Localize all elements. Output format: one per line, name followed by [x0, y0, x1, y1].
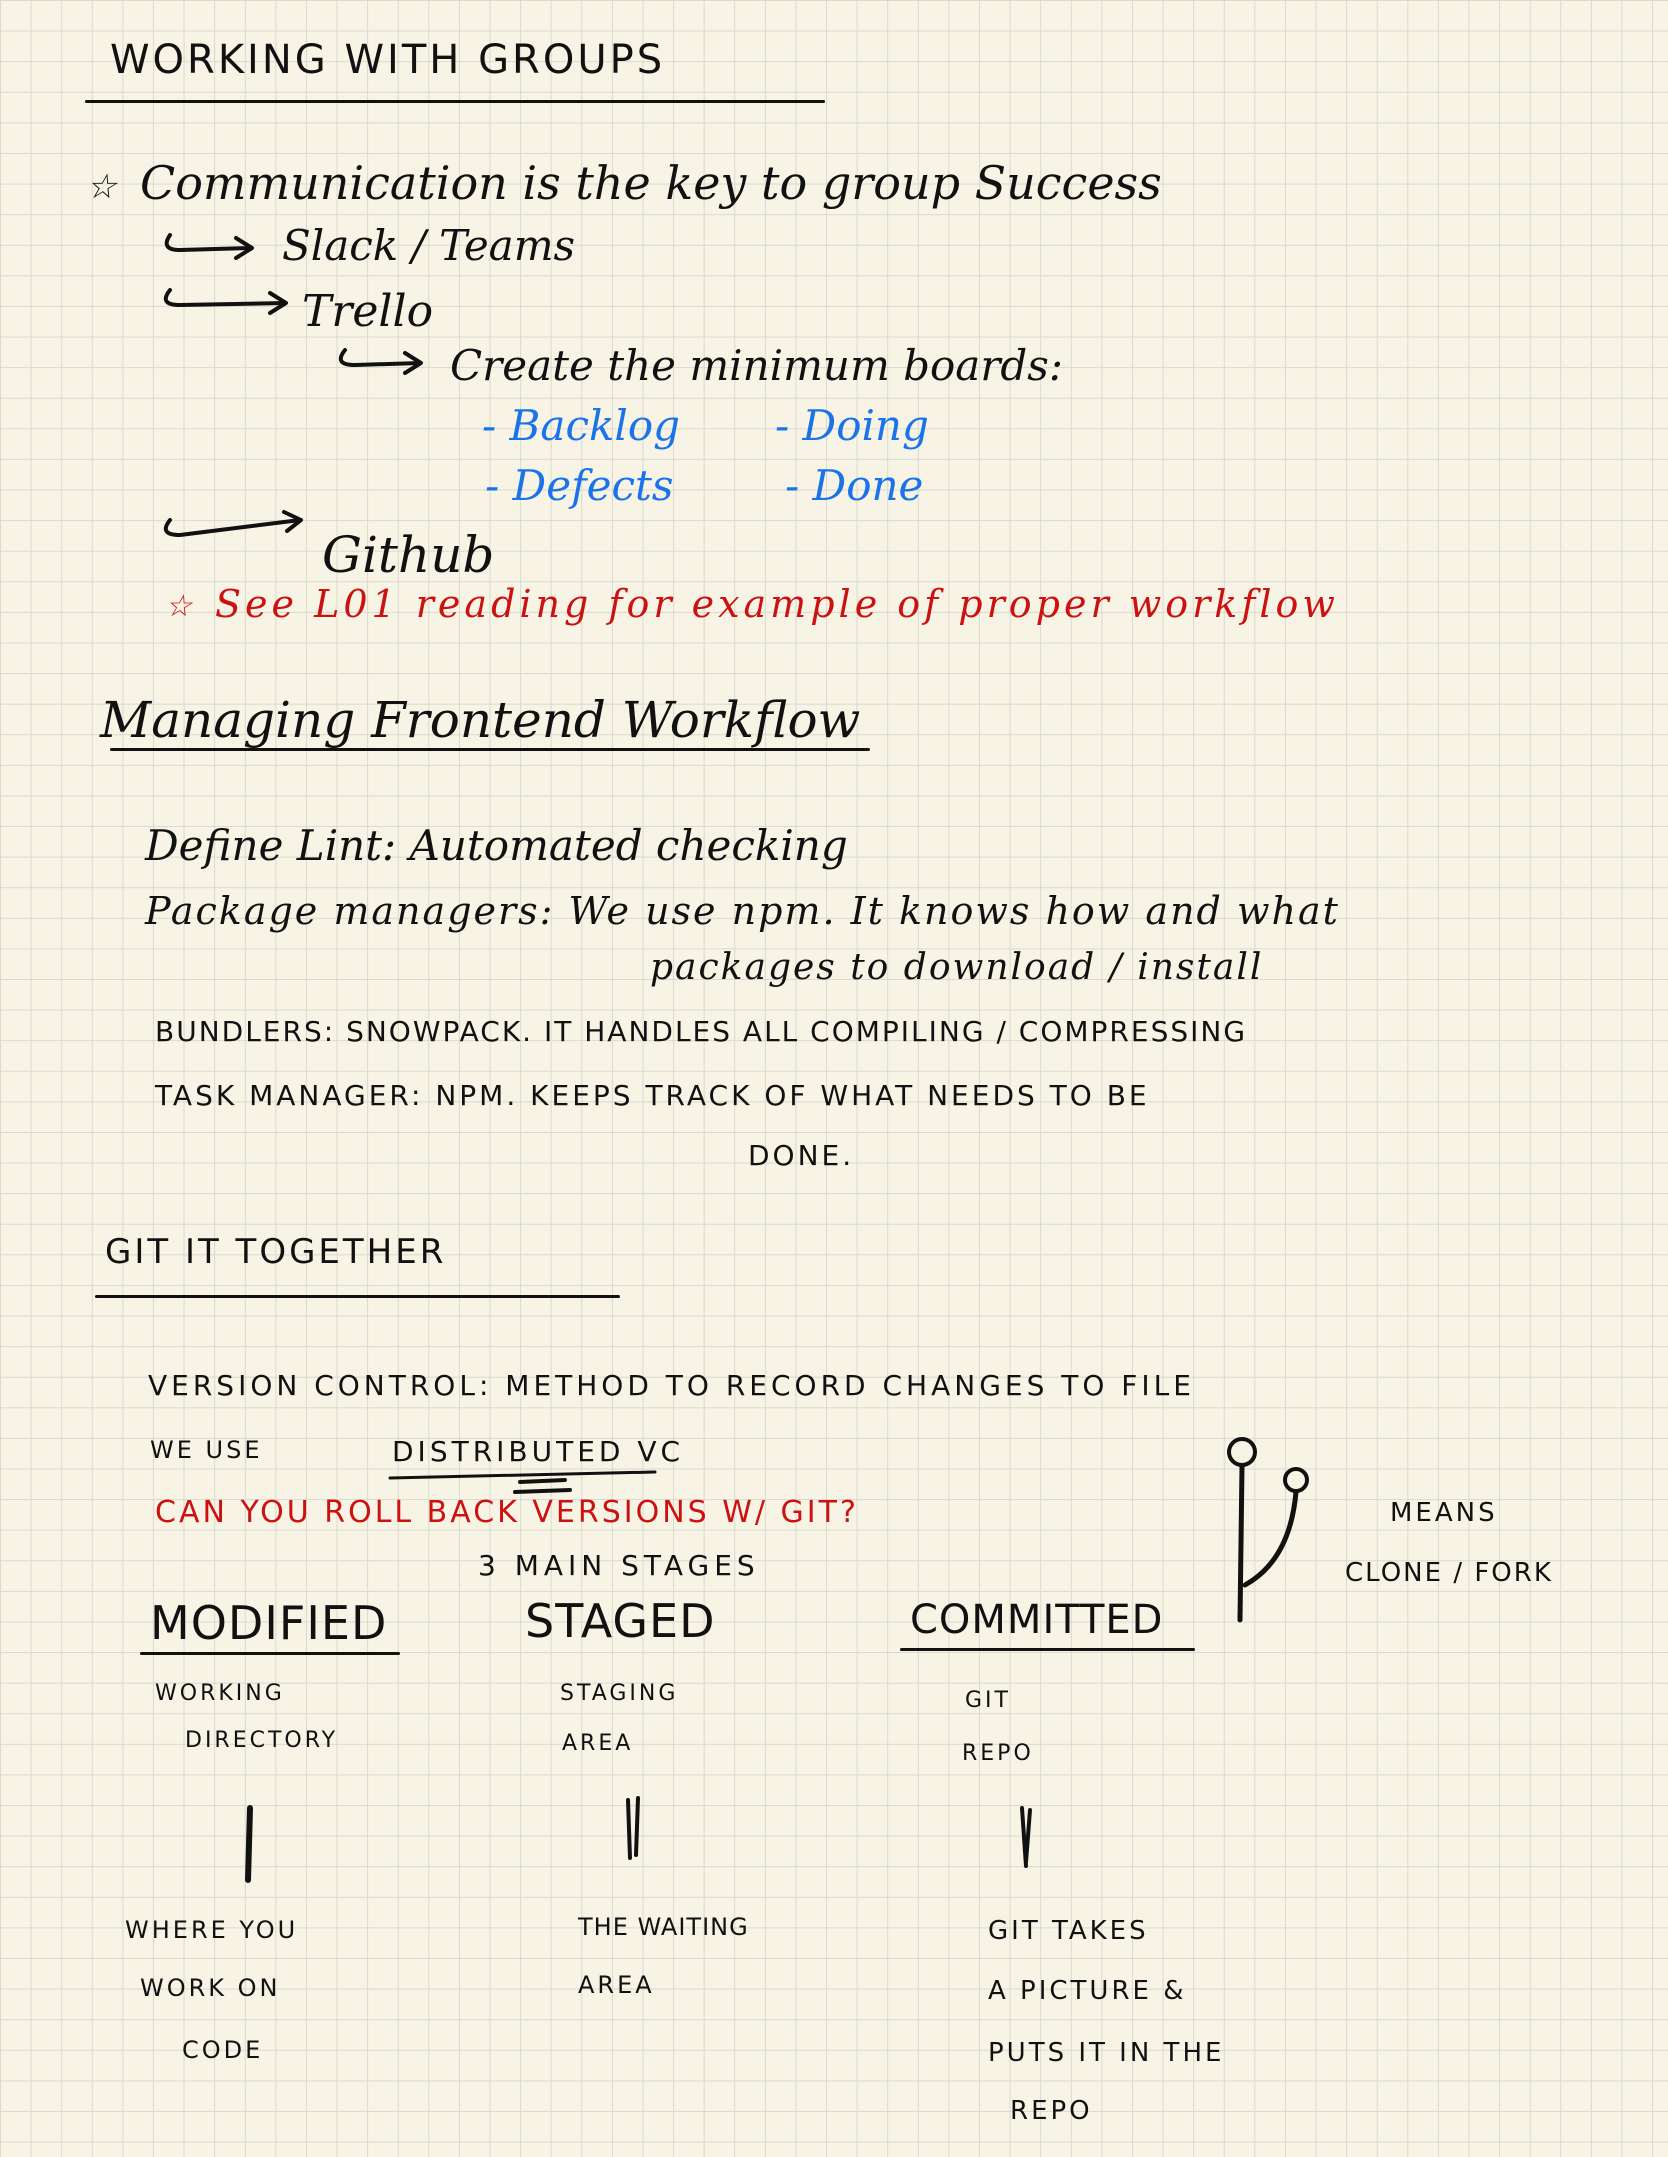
git-fork-icon: [1227, 1437, 1309, 1623]
stage-committed-underline: [900, 1648, 1195, 1651]
git-we-use-value: DISTRIBUTED VC: [392, 1435, 685, 1468]
git-title: GIT IT TOGETHER: [105, 1232, 447, 1272]
stage-modified-desc3: CODE: [182, 2036, 264, 2064]
frontend-lint: Define Lint: Automated checking: [145, 821, 848, 870]
stage-staged-desc1: THE WAITING: [578, 1913, 749, 1941]
frontend-pkg-line2: packages to download / install: [650, 947, 1264, 988]
groups-item-slack: Slack / Teams: [282, 221, 576, 270]
git-version-control: VERSION CONTROL: METHOD TO RECORD CHANGE…: [148, 1369, 1195, 1402]
groups-title-underline: [85, 100, 825, 103]
git-we-use-prefix: WE USE: [150, 1436, 263, 1464]
stage-staged-area1: STAGING: [560, 1681, 679, 1706]
frontend-title: Managing Frontend Workflow: [100, 691, 861, 749]
stage-modified-area1: WORKING: [155, 1681, 285, 1706]
stage-committed-area2: REPO: [962, 1741, 1034, 1766]
stage-modified-underline: [140, 1652, 400, 1655]
git-question: CAN YOU ROLL BACK VERSIONS W/ GIT?: [155, 1495, 859, 1530]
frontend-task-line1: TASK MANAGER: NPM. KEEPS TRACK OF WHAT N…: [155, 1079, 1150, 1112]
git-means-value: CLONE / FORK: [1345, 1558, 1553, 1588]
hooked-arrow-icon: [164, 233, 254, 260]
stage-committed-desc2: A PICTURE &: [988, 1976, 1187, 2006]
stage-modified-desc1: WHERE YOU: [125, 1916, 299, 1944]
groups-title: WORKING WITH GROUPS: [110, 37, 666, 83]
frontend-task-line2: DONE.: [748, 1139, 855, 1172]
stage-modified-name: MODIFIED: [150, 1596, 388, 1650]
git-title-underline: [95, 1295, 620, 1298]
groups-item-trello: Trello: [302, 286, 434, 337]
git-means-label: MEANS: [1390, 1498, 1498, 1528]
hooked-arrow-icon: [163, 288, 288, 315]
hooked-arrow-icon: [338, 348, 423, 375]
frontend-pkg-line1: Package managers: We use npm. It knows h…: [145, 889, 1340, 933]
stage-staged-name: STAGED: [525, 1594, 716, 1648]
groups-note-star: ☆: [165, 589, 192, 624]
board-defects: - Defects: [485, 461, 674, 510]
stage-committed-desc3: PUTS IT IN THE: [988, 2038, 1225, 2068]
groups-note: See L01 reading for example of proper wo…: [215, 582, 1339, 626]
stage-committed-desc4: REPO: [1010, 2096, 1093, 2126]
groups-item-github: Github: [322, 526, 495, 584]
board-backlog: - Backlog: [482, 401, 681, 450]
board-done: - Done: [785, 461, 924, 510]
stage-modified-area2: DIRECTORY: [185, 1728, 339, 1753]
stage-committed-area1: GIT: [965, 1688, 1011, 1713]
groups-item-boards: Create the minimum boards:: [450, 341, 1063, 390]
stage-committed-desc1: GIT TAKES: [988, 1916, 1149, 1946]
board-doing: - Doing: [775, 401, 929, 450]
stage-modified-desc2: WORK ON: [140, 1974, 281, 2002]
frontend-title-underline: [110, 748, 870, 751]
hooked-arrow-icon: [163, 510, 303, 537]
frontend-bundlers: BUNDLERS: SNOWPACK. IT HANDLES ALL COMPI…: [155, 1015, 1248, 1048]
groups-bullet-star: ☆: [86, 167, 117, 207]
git-stages-intro: 3 MAIN STAGES: [478, 1549, 760, 1582]
groups-bullet-text: Communication is the key to group Succes…: [140, 156, 1162, 210]
stage-staged-area2: AREA: [562, 1731, 634, 1756]
stage-committed-name: COMMITTED: [910, 1597, 1164, 1643]
stage-staged-desc2: AREA: [578, 1971, 655, 1999]
